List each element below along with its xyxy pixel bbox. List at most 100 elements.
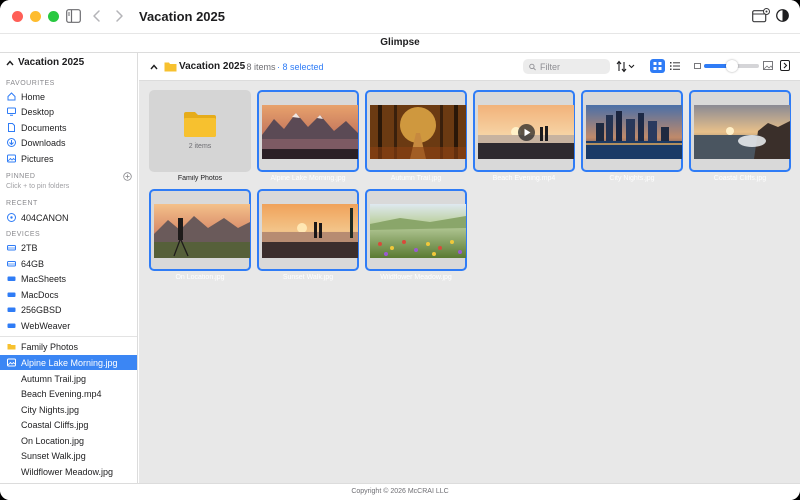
tree-item-wildflower-meadow[interactable]: Wildflower Meadow.jpg xyxy=(0,464,137,479)
thumbnail-size-slider[interactable] xyxy=(704,60,759,72)
content-toolbar: Vacation 2025 · 8 items · 8 selected xyxy=(139,53,800,81)
tree-item-label: Coastal Cliffs.jpg xyxy=(21,419,89,430)
city-nights-thumbnail xyxy=(586,105,682,159)
forward-arrow-icon[interactable] xyxy=(114,9,124,23)
tree-item-label: Sunset Walk.jpg xyxy=(21,450,86,461)
drive-icon xyxy=(7,307,16,312)
app-window: Vacation 2025 Glimpse Vacation 2025 FAVO… xyxy=(0,0,800,500)
sidebar-header[interactable]: Vacation 2025 xyxy=(6,57,84,68)
title-bar: Vacation 2025 xyxy=(0,0,800,33)
tile-caption: Coastal Cliffs.jpg xyxy=(713,175,767,182)
thumbnail-frame xyxy=(365,189,467,271)
sidebar-toggle-icon[interactable] xyxy=(66,9,81,23)
drive-icon xyxy=(7,292,16,297)
tree-item-label: Wildflower Meadow.jpg xyxy=(21,466,114,477)
sidebar-item-downloads[interactable]: Downloads xyxy=(0,135,137,150)
zoom-window-button[interactable] xyxy=(48,11,59,22)
tree-item-coastal-cliffs[interactable]: Coastal Cliffs.jpg xyxy=(0,417,137,432)
sidebar-item-desktop[interactable]: Desktop xyxy=(0,104,137,119)
sidebar-item-label: MacSheets xyxy=(21,273,67,284)
sidebar-item-documents[interactable]: Documents xyxy=(0,120,137,135)
back-arrow-icon[interactable] xyxy=(92,9,102,23)
autumn-trail-thumbnail xyxy=(370,105,466,159)
folder-icon xyxy=(184,112,216,137)
drive-icon xyxy=(7,245,16,251)
coastal-cliffs-thumbnail xyxy=(694,105,790,159)
filter-input[interactable] xyxy=(540,61,610,72)
on-location-thumbnail xyxy=(154,204,250,258)
tile-caption: Family Photos xyxy=(177,175,223,182)
thumbnail-frame xyxy=(257,90,359,172)
sidebar-item-label: Downloads xyxy=(21,137,66,148)
minimize-window-button[interactable] xyxy=(30,11,41,22)
add-pin-icon[interactable] xyxy=(123,172,132,181)
sidebar-item-label: WebWeaver xyxy=(21,320,71,331)
inspector-icon[interactable] xyxy=(752,8,770,24)
tree-item-alpine-lake-morning[interactable]: Alpine Lake Morning.jpg xyxy=(0,355,137,370)
list-view-icon[interactable] xyxy=(668,59,682,73)
play-icon[interactable] xyxy=(518,124,535,141)
document-icon xyxy=(8,123,15,132)
grid-view-icon[interactable] xyxy=(650,59,665,73)
sidebar-item-256gbsd[interactable]: 256GBSD xyxy=(0,302,137,317)
sidebar-item-home[interactable]: Home xyxy=(0,89,137,104)
sidebar-item-label: 256GBSD xyxy=(21,304,62,315)
close-window-button[interactable] xyxy=(12,11,23,22)
sidebar-item-pictures[interactable]: Pictures xyxy=(0,151,137,166)
tree-item-beach-evening[interactable]: Beach Evening.mp4 xyxy=(0,386,137,401)
sidebar-item-macdocs[interactable]: MacDocs xyxy=(0,287,137,302)
tree-item-on-location[interactable]: On Location.jpg xyxy=(0,433,137,448)
slider-knob[interactable] xyxy=(726,60,738,72)
sidebar-item-2tb[interactable]: 2TB xyxy=(0,240,137,255)
alpine-lake-thumbnail xyxy=(262,105,358,159)
desktop-icon xyxy=(7,107,16,116)
tile-caption: Alpine Lake Morning.jpg xyxy=(270,175,346,182)
sidebar-item-macsheets[interactable]: MacSheets xyxy=(0,271,137,286)
chevron-up-icon[interactable] xyxy=(150,63,158,71)
tree-item-sunset-walk[interactable]: Sunset Walk.jpg xyxy=(0,448,137,463)
home-icon xyxy=(7,92,16,101)
tree-item-label: Autumn Trail.jpg xyxy=(21,373,87,384)
folder-title: Vacation 2025 xyxy=(179,61,246,72)
sidebar-item-webweaver[interactable]: WebWeaver xyxy=(0,318,137,333)
disc-icon xyxy=(7,213,16,222)
sidebar-item-404canon[interactable]: 404CANON xyxy=(0,210,137,225)
window-title: Vacation 2025 xyxy=(139,9,225,24)
folder-icon xyxy=(164,62,177,72)
footer-copyright: Copyright © 2026 McCRAI LLC xyxy=(0,483,800,500)
tree-item-label: On Location.jpg xyxy=(21,435,85,446)
tree-item-label: City Nights.jpg xyxy=(21,404,80,415)
tile-caption: Wildflower Meadow.jpg xyxy=(380,274,452,281)
sunset-walk-thumbnail xyxy=(262,204,358,258)
content-area: Vacation 2025 · 8 items · 8 selected Fil… xyxy=(139,53,800,483)
tile-caption: Beach Evening.mp4 xyxy=(492,175,556,182)
image-icon xyxy=(7,358,16,367)
tree-item-family-photos[interactable]: Family Photos xyxy=(0,339,137,354)
tree-item-city-nights[interactable]: City Nights.jpg xyxy=(0,402,137,417)
folder-thumbnail: 2 items xyxy=(149,90,251,172)
filter-field[interactable] xyxy=(523,59,610,74)
dark-mode-icon[interactable] xyxy=(776,9,789,22)
beach-evening-thumbnail xyxy=(478,105,574,159)
sidebar-header-label: Vacation 2025 xyxy=(18,57,85,68)
section-devices: DEVICES xyxy=(6,231,41,238)
sidebar-item-64gb[interactable]: 64GB xyxy=(0,256,137,271)
next-page-icon[interactable] xyxy=(780,60,790,71)
small-thumbnail-icon xyxy=(694,63,701,69)
thumbnail-frame xyxy=(149,189,251,271)
window-controls xyxy=(12,11,59,22)
drive-icon xyxy=(7,261,16,267)
drive-icon xyxy=(7,323,16,328)
tree-item-autumn-trail[interactable]: Autumn Trail.jpg xyxy=(0,371,137,386)
wildflower-meadow-thumbnail xyxy=(370,204,466,258)
play-triangle-icon xyxy=(524,128,531,137)
sidebar-item-label: Home xyxy=(21,91,46,102)
sidebar-item-label: Pictures xyxy=(21,153,54,164)
sort-icon[interactable] xyxy=(616,60,636,73)
selected-count[interactable]: · 8 selected xyxy=(277,62,324,72)
section-favourites: FAVOURITES xyxy=(6,80,55,87)
tile-caption: Sunset Walk.jpg xyxy=(282,274,334,281)
folder-item-count: 2 items xyxy=(188,143,212,150)
tree-item-label: Family Photos xyxy=(21,341,79,352)
sidebar-item-label: 2TB xyxy=(21,242,38,253)
